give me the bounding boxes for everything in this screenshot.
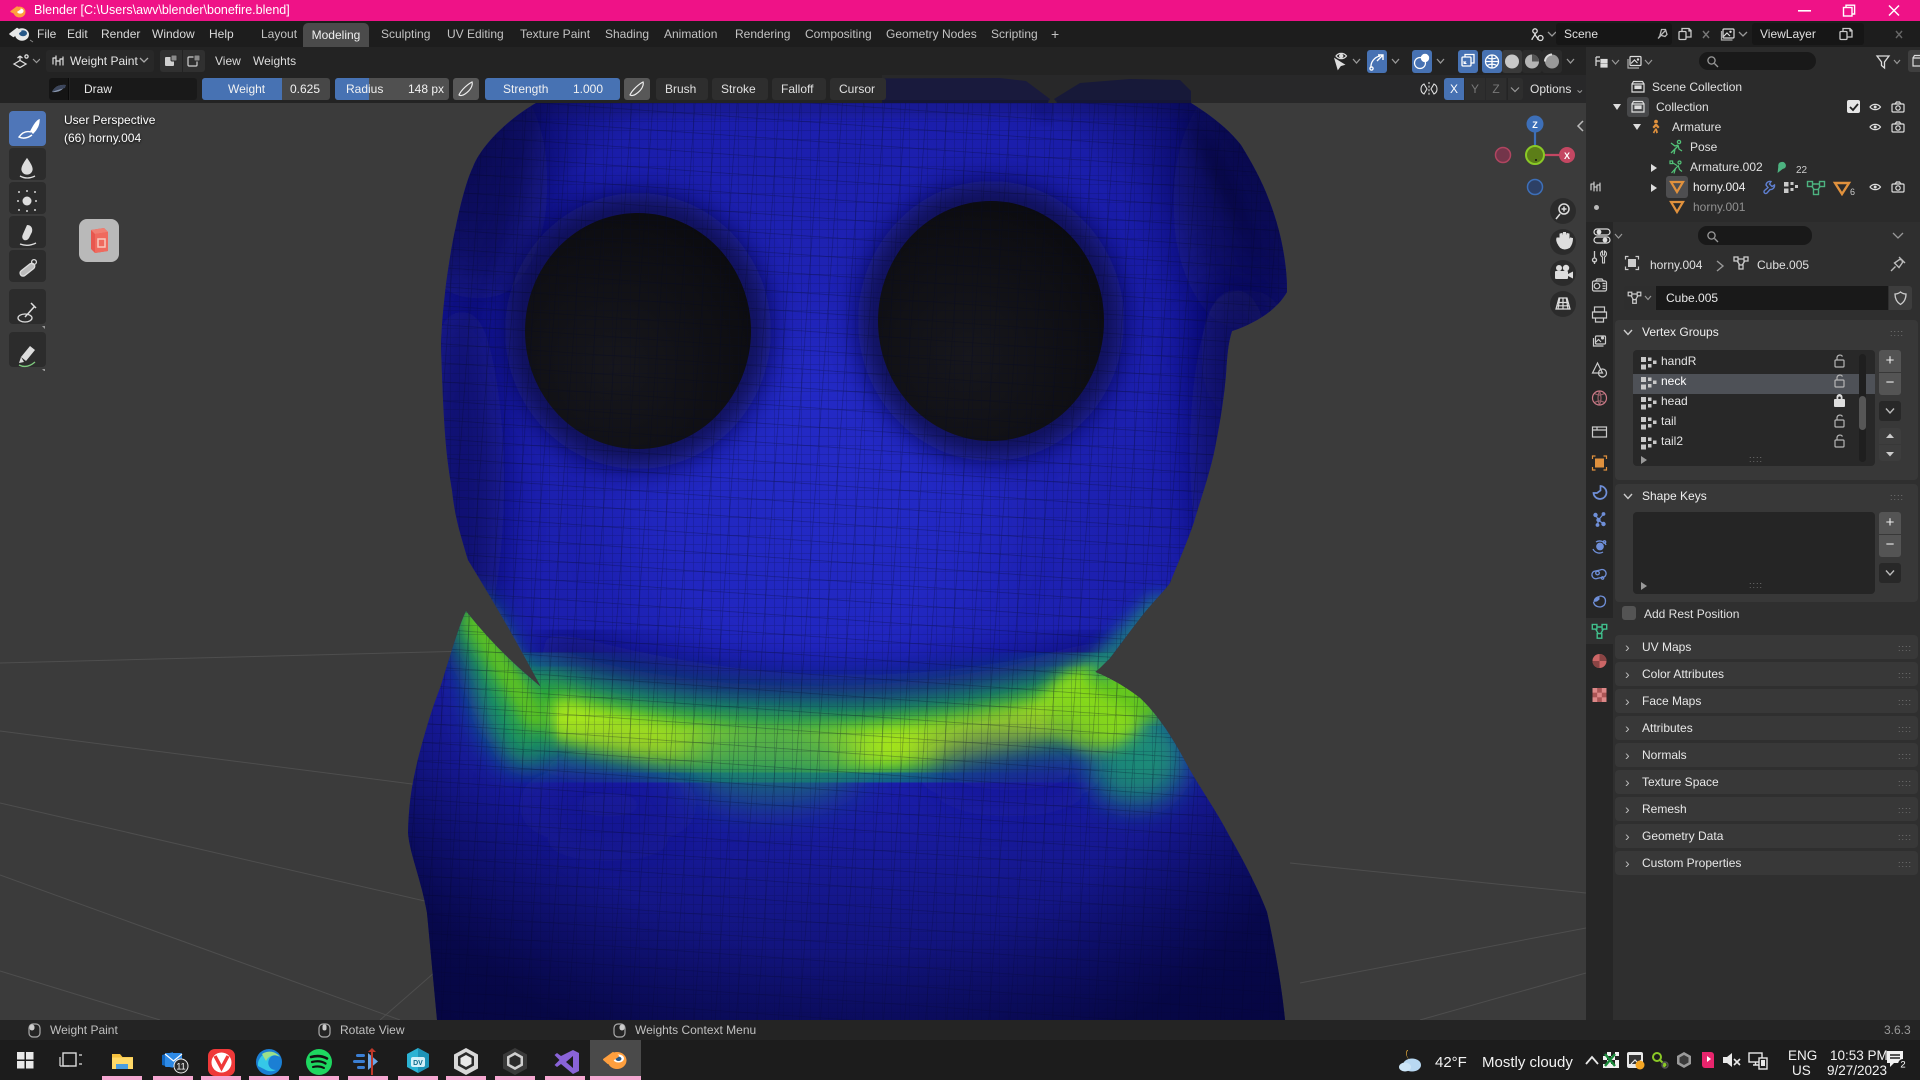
svg-text:::::: :::: <box>1749 454 1763 464</box>
svg-text:X: X <box>1564 151 1570 161</box>
svg-text:US: US <box>1792 1063 1811 1078</box>
svg-text:DV: DV <box>413 1060 423 1067</box>
svg-text:Z: Z <box>1532 120 1538 130</box>
svg-text:11: 11 <box>176 1062 185 1072</box>
svg-text:Mostly cloudy: Mostly cloudy <box>1482 1054 1573 1071</box>
svg-text:9/27/2023: 9/27/2023 <box>1827 1063 1887 1078</box>
svg-text:2: 2 <box>1900 1060 1905 1071</box>
svg-text:10:53 PM: 10:53 PM <box>1830 1048 1888 1063</box>
svg-text:42°F: 42°F <box>1435 1054 1467 1071</box>
svg-text:::::: :::: <box>1749 580 1763 590</box>
svg-text:6: 6 <box>1850 187 1855 196</box>
svg-text:ENG: ENG <box>1788 1048 1817 1063</box>
